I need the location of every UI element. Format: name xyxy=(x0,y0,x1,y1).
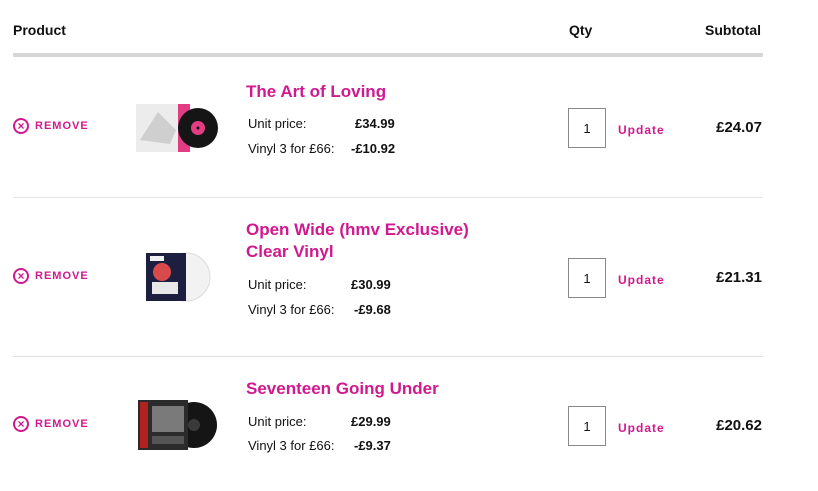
unit-price-value: £30.99 xyxy=(351,277,391,292)
unit-price-label: Unit price: xyxy=(248,116,307,131)
discount-label: Vinyl 3 for £66: xyxy=(248,438,335,453)
unit-price-value: £29.99 xyxy=(351,414,391,429)
remove-label: REMOVE xyxy=(35,270,89,282)
remove-button[interactable]: × REMOVE xyxy=(13,416,89,432)
row-divider xyxy=(13,197,763,198)
remove-label: REMOVE xyxy=(35,120,89,132)
product-title-link[interactable]: Open Wide (hmv Exclusive) Clear Vinyl xyxy=(246,219,516,263)
close-circle-icon: × xyxy=(13,118,29,134)
quantity-input[interactable]: 1 xyxy=(568,406,606,446)
discount-value: -£9.68 xyxy=(354,302,391,317)
row-subtotal: £20.62 xyxy=(716,417,762,434)
quantity-input[interactable]: 1 xyxy=(568,258,606,298)
column-header-qty: Qty xyxy=(569,22,593,38)
discount-label: Vinyl 3 for £66: xyxy=(248,302,335,317)
header-divider xyxy=(13,53,763,57)
row-subtotal: £24.07 xyxy=(716,119,762,136)
product-title-link[interactable]: The Art of Loving xyxy=(246,81,516,103)
cart-table: Product Qty Subtotal × REMOVE The Art of… xyxy=(0,0,818,491)
remove-button[interactable]: × REMOVE xyxy=(13,268,89,284)
quantity-input[interactable]: 1 xyxy=(568,108,606,148)
product-thumbnail[interactable] xyxy=(132,396,218,454)
column-header-product: Product xyxy=(13,22,66,38)
remove-label: REMOVE xyxy=(35,418,89,430)
remove-button[interactable]: × REMOVE xyxy=(13,118,89,134)
column-header-subtotal: Subtotal xyxy=(705,22,761,38)
unit-price-label: Unit price: xyxy=(248,414,307,429)
update-button[interactable]: Update xyxy=(618,123,665,137)
unit-price-value: £34.99 xyxy=(355,116,395,131)
unit-price-label: Unit price: xyxy=(248,277,307,292)
update-button[interactable]: Update xyxy=(618,273,665,287)
discount-label: Vinyl 3 for £66: xyxy=(248,141,335,156)
product-thumbnail[interactable] xyxy=(132,248,218,306)
product-title-link[interactable]: Seventeen Going Under xyxy=(246,378,516,400)
product-thumbnail[interactable] xyxy=(132,100,218,158)
close-circle-icon: × xyxy=(13,416,29,432)
update-button[interactable]: Update xyxy=(618,421,665,435)
row-subtotal: £21.31 xyxy=(716,269,762,286)
row-divider xyxy=(13,356,763,357)
discount-value: -£10.92 xyxy=(351,141,396,156)
discount-value: -£9.37 xyxy=(354,438,391,453)
close-circle-icon: × xyxy=(13,268,29,284)
